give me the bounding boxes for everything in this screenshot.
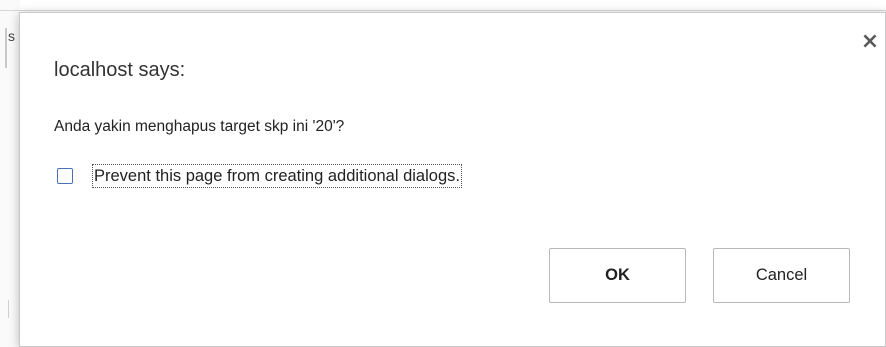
dialog-title: localhost says: (54, 59, 186, 81)
prevent-dialogs-checkbox[interactable] (57, 168, 73, 184)
prevent-dialogs-label[interactable]: Prevent this page from creating addition… (92, 164, 462, 188)
background-top-line (0, 10, 886, 11)
background-scroll-edge (5, 28, 7, 68)
ok-button[interactable]: OK (549, 248, 686, 303)
close-icon[interactable]: × (859, 31, 881, 53)
dialog-message: Anda yakin menghapus target skp ini '20'… (54, 118, 345, 135)
background-page-strip (0, 0, 20, 347)
background-text-fragment: s (8, 28, 15, 44)
alert-dialog: × localhost says: Anda yakin menghapus t… (19, 12, 886, 347)
background-divider (8, 300, 9, 318)
cancel-button[interactable]: Cancel (713, 248, 850, 303)
